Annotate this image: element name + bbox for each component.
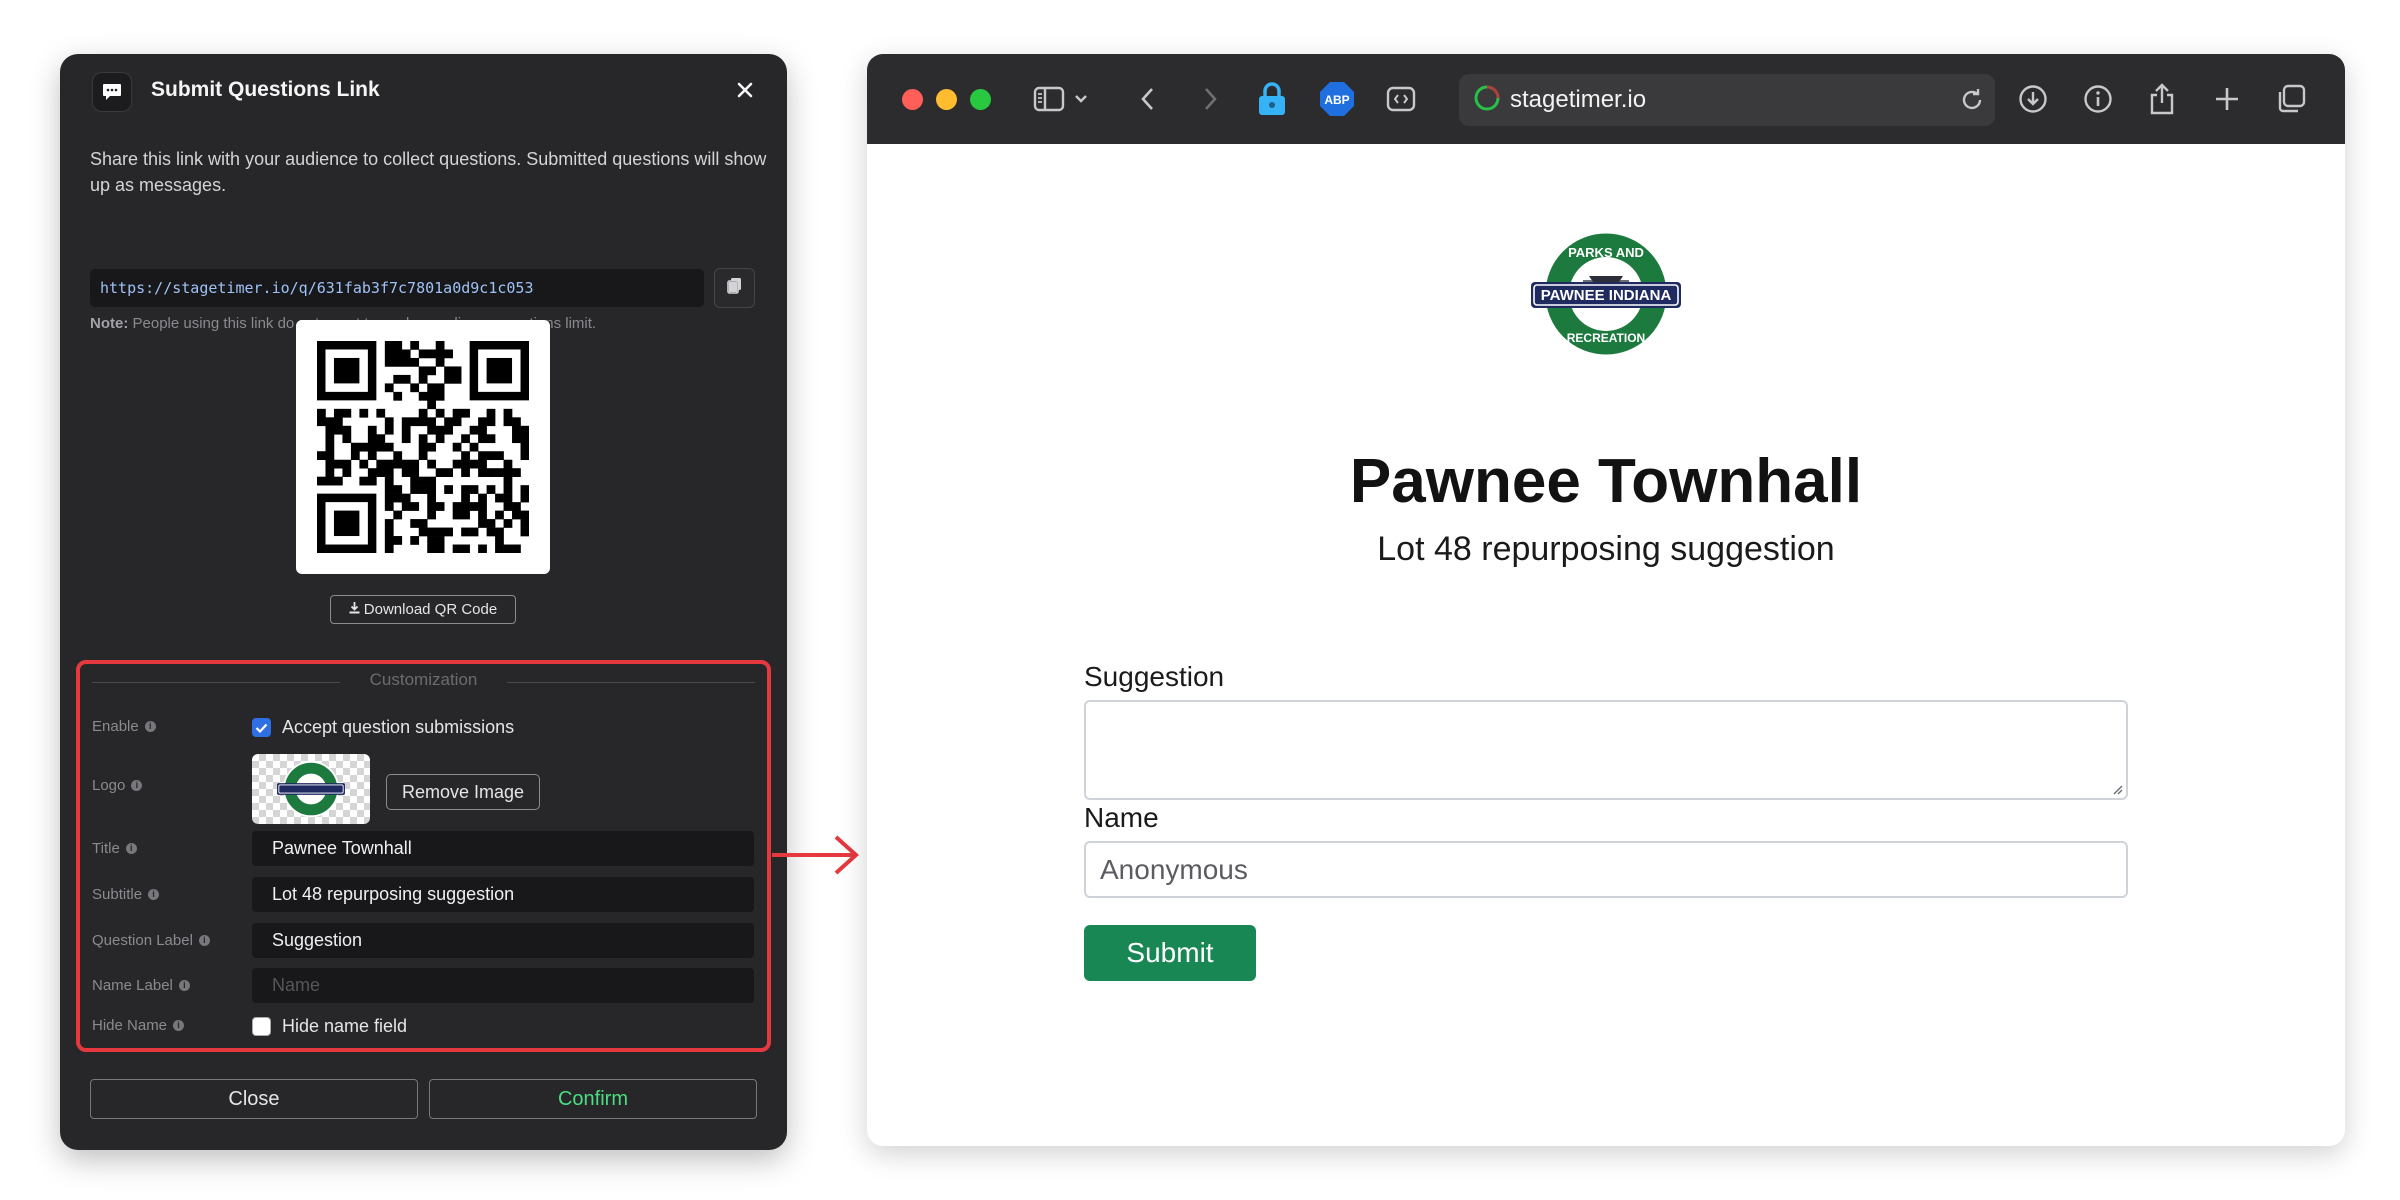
customization-legend: Customization xyxy=(369,670,478,689)
sidebar-icon[interactable] xyxy=(1031,81,1067,117)
close-icon[interactable] xyxy=(727,72,763,108)
minimize-window-button[interactable] xyxy=(936,89,957,110)
name-label-text: Name Label xyxy=(92,977,173,994)
note-label: Note: xyxy=(90,315,129,332)
subtitle-label-text: Subtitle xyxy=(92,886,143,903)
download-qr-button[interactable]: Download QR Code xyxy=(330,595,516,624)
question-label-input[interactable]: Suggestion xyxy=(252,923,754,958)
divider xyxy=(507,682,755,683)
hide-name-label-text: Hide Name xyxy=(92,1017,168,1034)
question-label-label: Question Label i xyxy=(92,932,210,949)
question-link-field[interactable]: https://stagetimer.io/q/631fab3f7c7801a0… xyxy=(90,269,704,307)
info-icon[interactable]: i xyxy=(198,935,210,946)
enable-label: Enable i xyxy=(92,718,156,735)
chat-bubble-icon xyxy=(92,72,132,112)
page-title: Pawnee Townhall xyxy=(1349,447,1863,516)
logo-text-top: PARKS AND xyxy=(1568,245,1644,260)
close-window-button[interactable] xyxy=(902,89,923,110)
browser-toolbar: ABP stagetimer.io xyxy=(867,54,2345,144)
zoom-window-button[interactable] xyxy=(970,89,991,110)
info-icon[interactable]: i xyxy=(173,1020,185,1031)
dialog-title: Submit Questions Link xyxy=(151,78,380,101)
name-input[interactable]: Anonymous xyxy=(1084,841,2128,898)
download-icon xyxy=(349,601,360,618)
info-icon[interactable]: i xyxy=(131,780,143,791)
info-circle-icon[interactable] xyxy=(2080,81,2116,117)
accept-submissions-checkbox[interactable] xyxy=(252,718,271,737)
title-input[interactable]: Pawnee Townhall xyxy=(252,831,754,866)
share-icon[interactable] xyxy=(2144,81,2180,117)
copy-icon xyxy=(726,277,743,300)
remove-image-button[interactable]: Remove Image xyxy=(386,774,540,810)
submit-questions-dialog: Submit Questions Link Share this link wi… xyxy=(60,54,787,1150)
browser-window: ABP stagetimer.io PARKS AND PAWNEE INDIA… xyxy=(867,54,2345,1146)
address-bar[interactable]: stagetimer.io xyxy=(1459,74,1995,126)
arrow-right-icon xyxy=(772,835,859,875)
title-label-text: Title xyxy=(92,840,120,857)
info-icon[interactable]: i xyxy=(125,843,137,854)
pawnee-parks-logo: PARKS AND PAWNEE INDIANA RECREATION xyxy=(1531,230,1681,358)
info-icon[interactable]: i xyxy=(178,980,190,991)
copy-link-button[interactable] xyxy=(714,268,755,308)
customization-section: Customization Enable i Accept question s… xyxy=(76,660,771,1052)
new-tab-icon[interactable] xyxy=(2209,81,2245,117)
title-label: Title i xyxy=(92,840,137,857)
page-subtitle: Lot 48 repurposing suggestion xyxy=(1377,530,1835,568)
close-button[interactable]: Close xyxy=(90,1079,418,1119)
subtitle-input[interactable]: Lot 48 repurposing suggestion xyxy=(252,877,754,912)
hide-name-checkbox-label[interactable]: Hide name field xyxy=(282,1016,407,1037)
confirm-button[interactable]: Confirm xyxy=(429,1079,757,1119)
tab-overview-icon[interactable] xyxy=(2273,81,2309,117)
logo-text-middle: PAWNEE INDIANA xyxy=(1541,287,1672,304)
hide-name-label: Hide Name i xyxy=(92,1017,185,1034)
name-label-input[interactable]: Name xyxy=(252,968,754,1003)
question-label-text: Question Label xyxy=(92,932,193,949)
name-label-label: Name Label i xyxy=(92,977,190,994)
accept-submissions-label[interactable]: Accept question submissions xyxy=(282,717,514,738)
chevron-down-icon[interactable] xyxy=(1069,81,1093,117)
back-icon[interactable] xyxy=(1129,81,1165,117)
dialog-header: Submit Questions Link xyxy=(60,54,787,130)
pawnee-logo-thumb xyxy=(277,760,345,818)
resize-handle-icon[interactable] xyxy=(2111,783,2123,795)
hide-name-checkbox[interactable] xyxy=(252,1017,271,1036)
dialog-description: Share this link with your audience to co… xyxy=(90,149,767,195)
lock-extension-icon[interactable] xyxy=(1254,81,1290,117)
download-qr-label: Download QR Code xyxy=(363,601,498,618)
name-label: Name xyxy=(1084,802,1159,833)
suggestion-label: Suggestion xyxy=(1084,661,1225,692)
qr-code xyxy=(296,320,550,574)
logo-label-text: Logo xyxy=(92,777,126,794)
adblock-label: ABP xyxy=(1324,93,1349,107)
adblock-icon[interactable]: ABP xyxy=(1319,81,1355,117)
url-text: stagetimer.io xyxy=(1510,86,1647,113)
subtitle-label: Subtitle i xyxy=(92,886,160,903)
submit-button[interactable]: Submit xyxy=(1084,925,1256,981)
loading-spinner-icon xyxy=(1473,84,1501,117)
code-extension-icon[interactable] xyxy=(1383,81,1419,117)
info-icon[interactable]: i xyxy=(144,721,156,732)
downloads-icon[interactable] xyxy=(2015,81,2051,117)
logo-preview xyxy=(252,754,370,824)
enable-label-text: Enable xyxy=(92,718,139,735)
forward-icon[interactable] xyxy=(1193,81,1229,117)
info-icon[interactable]: i xyxy=(148,889,160,900)
logo-text-bottom: RECREATION xyxy=(1567,331,1645,345)
reload-icon[interactable] xyxy=(1959,87,1985,118)
suggestion-textarea[interactable] xyxy=(1084,700,2128,800)
logo-label: Logo i xyxy=(92,777,143,794)
